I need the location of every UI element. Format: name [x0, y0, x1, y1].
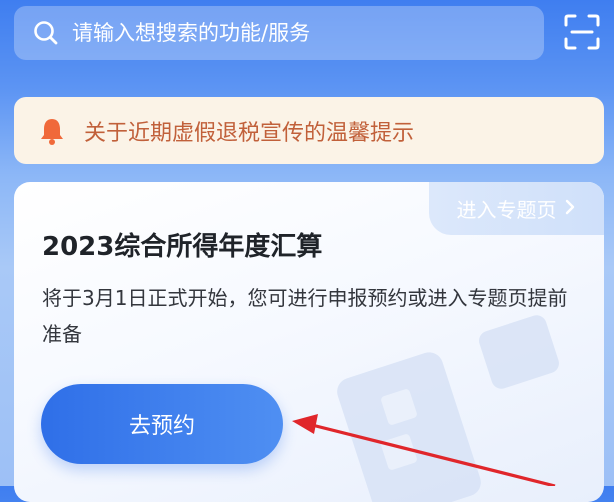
reserve-button-label: 去预约 [128, 414, 195, 439]
topic-page-link[interactable]: 进入专题页 [429, 182, 604, 235]
topic-link-label: 进入专题页 [456, 198, 557, 222]
reserve-button[interactable]: 去预约 [41, 384, 283, 464]
search-icon [32, 19, 60, 47]
notice-banner[interactable]: 关于近期虚假退税宣传的温馨提示 [14, 97, 604, 164]
notice-text: 关于近期虚假退税宣传的温馨提示 [84, 120, 415, 146]
search-input[interactable] [70, 20, 514, 46]
scan-button[interactable] [560, 12, 604, 56]
scan-icon [563, 13, 601, 55]
card-title: 2023综合所得年度汇算 [42, 232, 323, 262]
annual-settlement-card: 进入专题页 2023综合所得年度汇算 将于3月1日正式开始，您可进行申报预约或进… [14, 182, 604, 502]
search-bar[interactable] [14, 6, 544, 60]
bell-icon [36, 115, 68, 147]
chevron-right-icon [563, 197, 577, 221]
card-description: 将于3月1日正式开始，您可进行申报预约或进入专题页提前准备 [42, 286, 568, 346]
